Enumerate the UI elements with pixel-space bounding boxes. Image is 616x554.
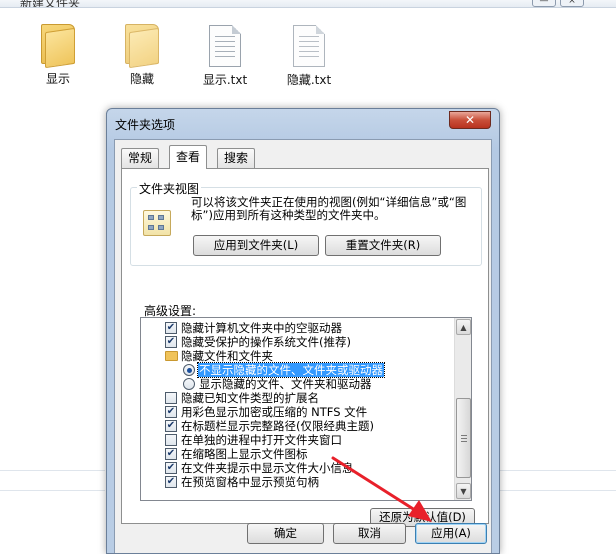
checkbox-unchecked[interactable] — [165, 392, 177, 404]
checkbox-checked[interactable]: ✔ — [165, 406, 177, 418]
list-item-label-selected: 不显示隐藏的文件、文件夹或驱动器 — [197, 362, 385, 378]
checkbox-unchecked[interactable] — [165, 434, 177, 446]
ok-button[interactable]: 确定 — [247, 523, 324, 544]
text-file-icon — [293, 25, 325, 67]
apply-to-folders-button[interactable]: 应用到文件夹(L) — [193, 235, 319, 256]
folder-icon — [165, 351, 178, 361]
folder-views-group: 文件夹视图 可以将该文件夹正在使用的视图(例如“详细信息”或“图标”)应用到所有… — [130, 180, 482, 266]
file-item-folder-show[interactable]: 显示 — [23, 22, 93, 87]
dialog-client: 常规 查看 搜索 文件夹视图 可以将该文件夹正在使用的视图(例如“详细信息”或“… — [114, 139, 492, 553]
checkbox-checked[interactable]: ✔ — [165, 448, 177, 460]
text-file-icon — [209, 25, 241, 67]
checkbox-checked[interactable]: ✔ — [165, 322, 177, 334]
reset-folders-button[interactable]: 重置文件夹(R) — [325, 235, 441, 256]
list-item-label: 隐藏已知文件类型的扩展名 — [181, 391, 319, 405]
explorer-title: 新建文件夹 — [20, 0, 81, 8]
list-item-label: 隐藏计算机文件夹中的空驱动器 — [181, 321, 342, 335]
explorer-titlebar: 新建文件夹 — × — [0, 0, 616, 8]
close-button[interactable]: ✕ — [449, 111, 491, 129]
list-item-label: 用彩色显示加密或压缩的 NTFS 文件 — [181, 405, 368, 419]
tab-search[interactable]: 搜索 — [217, 148, 256, 168]
checkbox-checked[interactable]: ✔ — [165, 462, 177, 474]
vertical-scrollbar[interactable]: ▲ ▼ — [454, 318, 471, 500]
tab-general[interactable]: 常规 — [121, 148, 160, 168]
folder-views-icon — [143, 210, 171, 236]
file-label: 显示.txt — [202, 73, 248, 87]
explorer-details-area — [500, 100, 616, 554]
scroll-down-arrow-icon[interactable]: ▼ — [456, 483, 471, 499]
view-tab-panel: 文件夹视图 可以将该文件夹正在使用的视图(例如“详细信息”或“图标”)应用到所有… — [121, 168, 489, 527]
folder-options-dialog: 文件夹选项 ✕ 常规 查看 搜索 文件夹视图 可以将该文件夹正在使用的视图(例如… — [106, 108, 500, 554]
checkbox-checked[interactable]: ✔ — [165, 420, 177, 432]
file-item-txt-hidden[interactable]: 隐藏.txt — [274, 25, 344, 88]
close-window-button[interactable]: × — [560, 0, 584, 7]
checkbox-checked[interactable]: ✔ — [165, 336, 177, 348]
folder-icon — [39, 22, 77, 69]
list-item-label: 显示隐藏的文件、文件夹和驱动器 — [199, 377, 372, 391]
list-item-label: 在文件夹提示中显示文件大小信息 — [181, 461, 354, 475]
explorer-status-area — [0, 430, 105, 554]
checkbox-checked[interactable]: ✔ — [165, 476, 177, 488]
list-item-label: 隐藏受保护的操作系统文件(推荐) — [181, 335, 351, 349]
apply-button[interactable]: 应用(A) — [415, 523, 487, 544]
list-item-label: 在缩略图上显示文件图标 — [181, 447, 308, 461]
radio-selected[interactable] — [183, 364, 195, 376]
file-label: 隐藏.txt — [286, 73, 332, 87]
list-item-label: 隐藏文件和文件夹 — [181, 349, 273, 363]
scroll-up-arrow-icon[interactable]: ▲ — [456, 319, 471, 335]
cancel-button[interactable]: 取消 — [333, 523, 406, 544]
radio-unselected[interactable] — [183, 378, 195, 390]
file-label: 显示 — [45, 72, 70, 86]
list-item-label: 在标题栏显示完整路径(仅限经典主题) — [181, 419, 374, 433]
folder-icon — [123, 22, 161, 69]
file-label: 隐藏 — [129, 72, 154, 86]
file-item-txt-show[interactable]: 显示.txt — [190, 25, 260, 88]
scrollbar-thumb[interactable] — [456, 398, 471, 478]
list-item-label: 在预览窗格中显示预览句柄 — [181, 475, 319, 489]
minimize-button[interactable]: — — [532, 0, 556, 7]
file-item-folder-hidden[interactable]: 隐藏 — [107, 22, 177, 87]
folder-views-description: 可以将该文件夹正在使用的视图(例如“详细信息”或“图标”)应用到所有这种类型的文… — [191, 195, 467, 222]
advanced-settings-list[interactable]: ✔ 隐藏计算机文件夹中的空驱动器 ✔ 隐藏受保护的操作系统文件(推荐) 隐藏文件… — [140, 317, 472, 501]
dialog-title: 文件夹选项 — [115, 118, 176, 132]
list-item-label: 在单独的进程中打开文件夹窗口 — [181, 433, 342, 447]
tab-view[interactable]: 查看 — [169, 145, 208, 169]
